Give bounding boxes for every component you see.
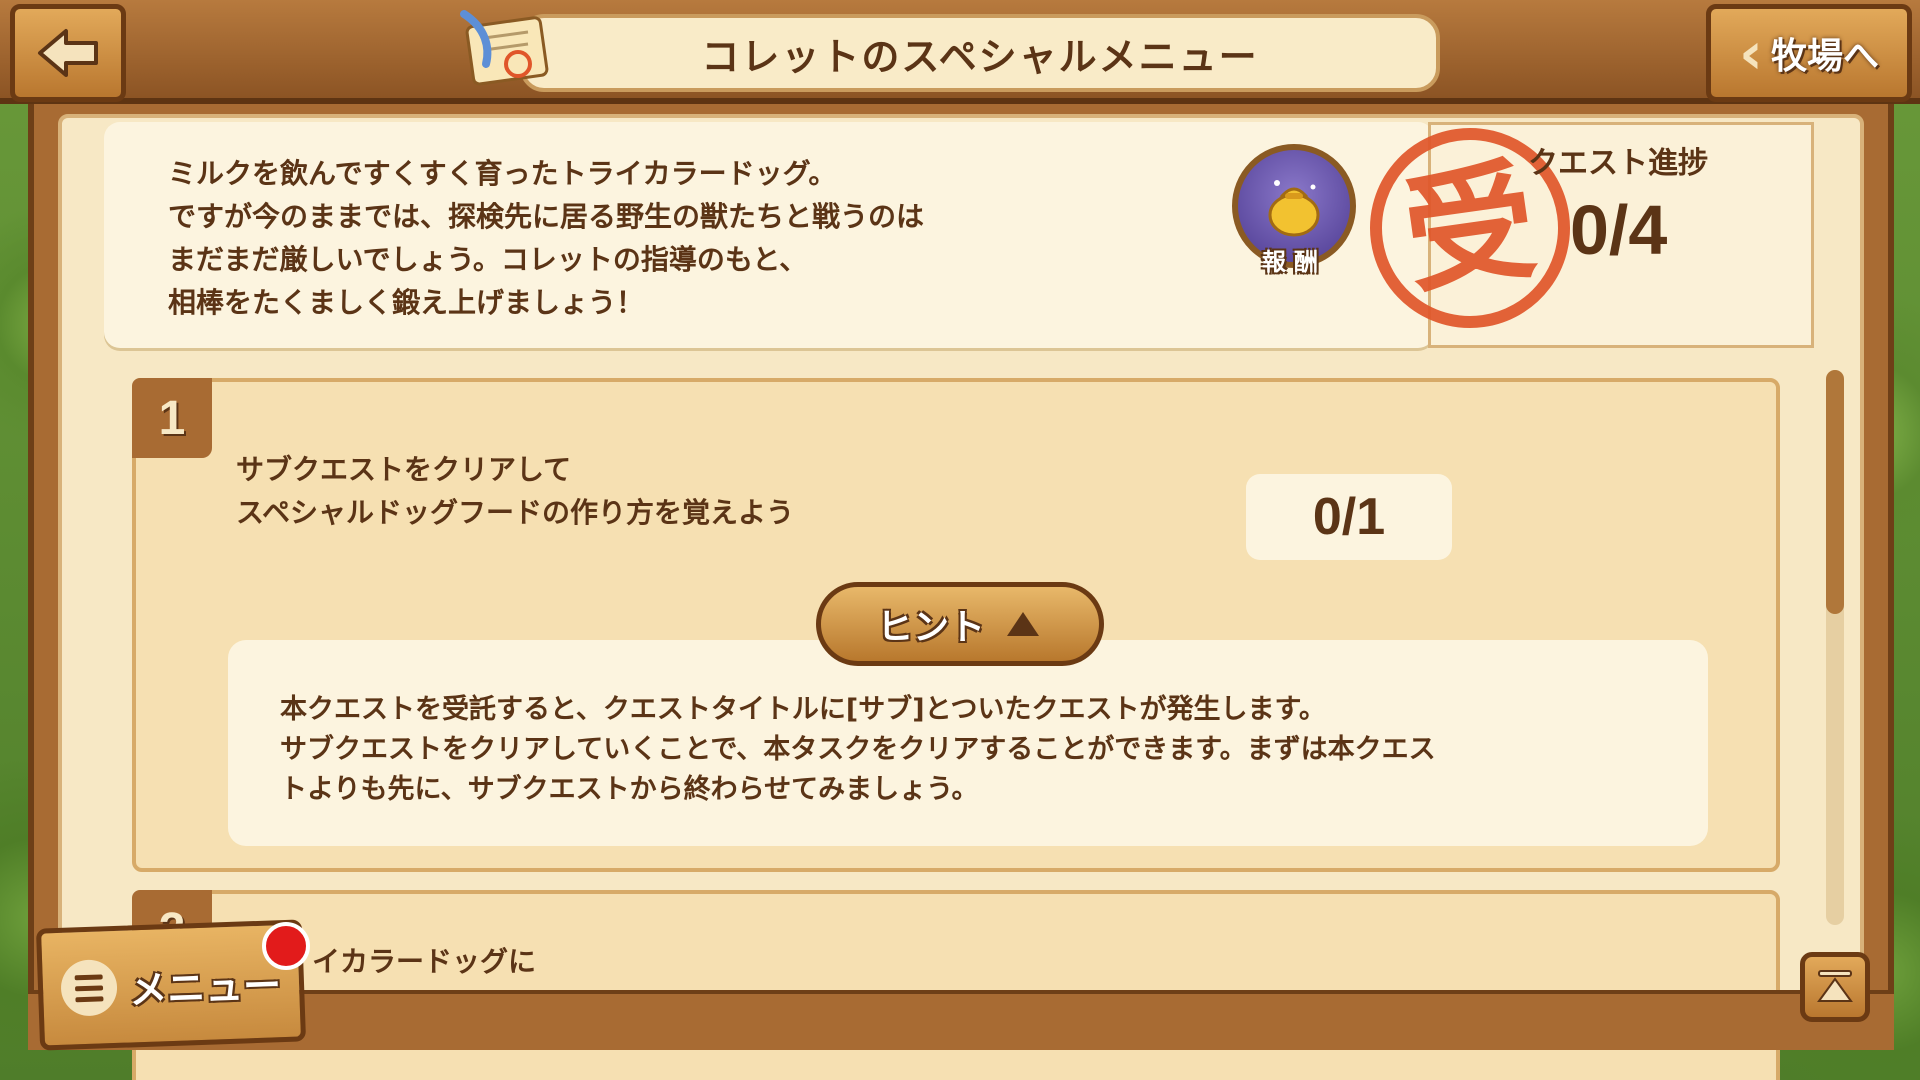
task-count: 0/1 (1246, 474, 1452, 560)
hint-toggle-button[interactable]: ヒント (816, 582, 1104, 666)
task-number: 1 (158, 391, 186, 445)
hint-line: トよりも先に、サブクエストから終わらせてみましょう。 (280, 774, 979, 805)
description-line: まだまだ厳しいでしょう。コレットの指導のもと、 (168, 243, 808, 276)
scrollbar-thumb[interactable] (1826, 370, 1844, 614)
stamp-character: 受 (1394, 142, 1545, 313)
quest-progress-title: クエスト進捗 (1528, 146, 1708, 181)
task-number-badge: 1 (132, 378, 212, 458)
task-line: スペシャルドッグフードの作り方を覚えよう (236, 496, 795, 529)
back-button[interactable] (10, 4, 126, 102)
hint-text: 本クエストを受託すると、クエストタイトルに[サブ]とついたクエストが発生します。… (280, 690, 1680, 810)
description-line: ミルクを飲んですくすく育ったトライカラードッグ。 (168, 157, 837, 190)
scroll-to-top-button[interactable] (1800, 952, 1870, 1022)
ranch-button-label: 牧場へ (1770, 36, 1879, 77)
bottom-wood-bar (28, 990, 1894, 1050)
hint-line: 本クエストを受託すると、クエストタイトルに[サブ]とついたクエストが発生します。 (280, 694, 1326, 725)
go-to-ranch-button[interactable]: ‹ 牧場へ (1706, 4, 1912, 102)
quest-progress-value: 0/4 (1570, 191, 1668, 269)
reward-label: 報酬 (1262, 248, 1326, 276)
gold-pouch-icon (1268, 180, 1320, 237)
scroll-top-icon (1817, 970, 1853, 1002)
hint-line: サブクエストをクリアしていくことで、本タスクをクリアすることができます。まずは本… (280, 734, 1436, 765)
scrollbar-track[interactable] (1826, 370, 1844, 925)
task-description: サブクエストをクリアして スペシャルドッグフードの作り方を覚えよう (236, 448, 794, 534)
menu-button-label: メニュー (128, 962, 282, 1012)
task-line: サブクエストをクリアして (236, 453, 572, 486)
description-line: 相棒をたくましく鍛え上げましょう！ (168, 286, 645, 319)
chevron-left-icon: ‹ (1739, 19, 1763, 87)
task-count-value: 0/1 (1312, 488, 1386, 546)
task-card-1: 1 サブクエストをクリアして スペシャルドッグフードの作り方を覚えよう 0/1 … (132, 378, 1780, 872)
notification-dot (262, 922, 310, 970)
hint-box: 本クエストを受託すると、クエストタイトルに[サブ]とついたクエストが発生します。… (228, 640, 1708, 846)
hamburger-icon (60, 958, 118, 1017)
quest-description: ミルクを飲んですくすく育ったトライカラードッグ。 ですが今のままでは、探検先に居… (168, 152, 1048, 324)
task-card-2: 2 イカラードッグに (132, 890, 1780, 1080)
description-line: ですが今のままでは、探検先に居る野生の獣たちと戦うのは (168, 200, 925, 233)
triangle-up-icon (1007, 612, 1039, 636)
reward-button[interactable]: 報酬 (1232, 144, 1356, 284)
back-arrow-icon (38, 29, 98, 77)
quest-scroll-icon (460, 10, 549, 86)
title-banner: コレットのスペシャルメニュー (520, 14, 1440, 92)
page-title: コレットのスペシャルメニュー (701, 34, 1259, 79)
task-description: イカラードッグに (312, 945, 537, 978)
hint-button-label: ヒント (876, 607, 985, 648)
